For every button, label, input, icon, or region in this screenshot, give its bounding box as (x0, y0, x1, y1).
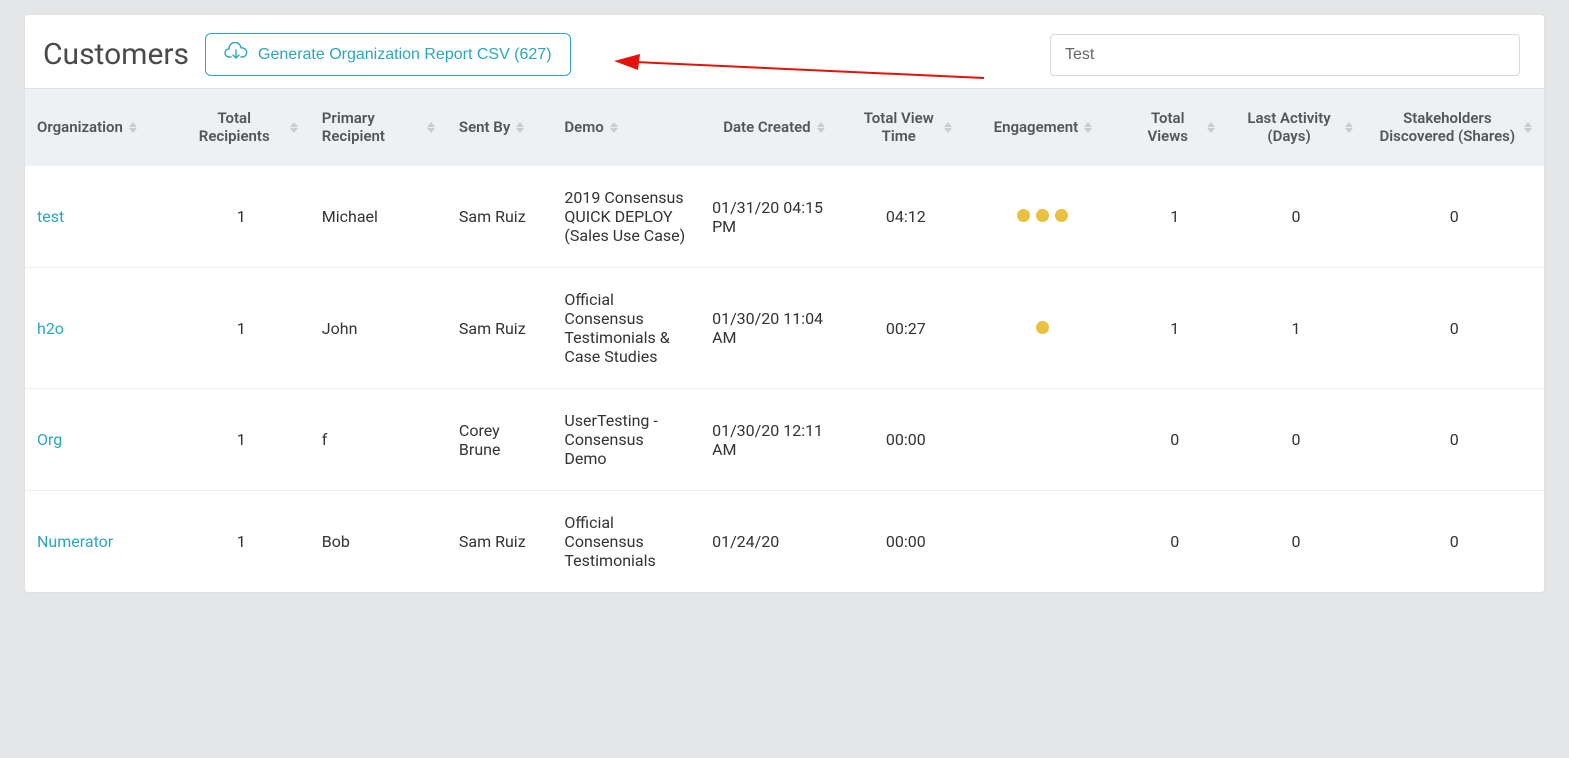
organization-link[interactable]: h2o (37, 319, 64, 338)
card-header: Customers Generate Organization Report C… (25, 15, 1544, 88)
generate-csv-button[interactable]: Generate Organization Report CSV (627) (205, 33, 570, 76)
engagement-cell (964, 491, 1122, 593)
stakeholders-cell: 0 (1365, 491, 1544, 593)
search-input[interactable] (1050, 34, 1520, 76)
total-view-time-cell: 04:12 (848, 166, 964, 268)
engagement-cell (964, 268, 1122, 389)
engagement-dot (1036, 321, 1049, 334)
col-header-label: Date Created (723, 118, 810, 136)
total-recipients-cell: 1 (173, 389, 310, 491)
sent-by-cell: Sam Ruiz (447, 268, 552, 389)
table-row: h2o1JohnSam RuizOfficial Consensus Testi… (25, 268, 1544, 389)
col-header-label: Stakeholders Discovered (Shares) (1377, 109, 1518, 145)
col-header-sent_by[interactable]: Sent By (447, 89, 552, 166)
total-recipients-cell: 1 (173, 268, 310, 389)
total-recipients-cell: 1 (173, 166, 310, 268)
date-created-cell: 01/24/20 (700, 491, 848, 593)
cloud-download-icon (224, 42, 248, 67)
demo-cell: 2019 Consensus QUICK DEPLOY (Sales Use C… (552, 166, 700, 268)
primary-recipient-cell: Michael (310, 166, 447, 268)
organization-link[interactable]: test (37, 207, 64, 226)
sort-icon (290, 122, 298, 133)
engagement-dot (1055, 209, 1068, 222)
col-header-date_created[interactable]: Date Created (700, 89, 848, 166)
engagement-dots (1036, 321, 1049, 334)
stakeholders-cell: 0 (1365, 166, 1544, 268)
primary-recipient-cell: f (310, 389, 447, 491)
col-header-label: Organization (37, 118, 123, 136)
total-views-cell: 0 (1122, 389, 1227, 491)
table-row: Org 1fCorey BruneUserTesting - Consensus … (25, 389, 1544, 491)
sort-icon (944, 122, 952, 133)
engagement-dot (1036, 209, 1049, 222)
col-header-label: Demo (564, 118, 603, 136)
engagement-dots (1017, 209, 1068, 222)
primary-recipient-cell: John (310, 268, 447, 389)
col-header-primary_recipient[interactable]: Primary Recipient (310, 89, 447, 166)
col-header-stakeholders[interactable]: Stakeholders Discovered (Shares) (1365, 89, 1544, 166)
customers-table: Organization Total Recipients Primary Reci… (25, 89, 1544, 592)
last-activity-cell: 0 (1227, 389, 1364, 491)
sort-icon (1207, 122, 1215, 133)
table-row: Numerator 1BobSam RuizOfficial Consensus … (25, 491, 1544, 593)
date-created-cell: 01/30/20 12:11 AM (700, 389, 848, 491)
sort-icon (1524, 122, 1532, 133)
stakeholders-cell: 0 (1365, 268, 1544, 389)
total-view-time-cell: 00:27 (848, 268, 964, 389)
sent-by-cell: Sam Ruiz (447, 166, 552, 268)
customers-card: Customers Generate Organization Report C… (24, 14, 1545, 593)
table-row: test1MichaelSam Ruiz2019 Consensus QUICK… (25, 166, 1544, 268)
demo-cell: UserTesting - Consensus Demo (552, 389, 700, 491)
sort-icon (427, 122, 435, 133)
date-created-cell: 01/31/20 04:15 PM (700, 166, 848, 268)
last-activity-cell: 0 (1227, 491, 1364, 593)
page-title: Customers (43, 37, 189, 72)
total-view-time-cell: 00:00 (848, 491, 964, 593)
organization-link[interactable]: Numerator (37, 532, 113, 551)
total-recipients-cell: 1 (173, 491, 310, 593)
col-header-label: Total Recipients (185, 109, 284, 145)
sort-icon (1084, 122, 1092, 133)
col-header-last_activity[interactable]: Last Activity (Days) (1227, 89, 1364, 166)
col-header-label: Primary Recipient (322, 109, 421, 145)
sort-icon (817, 122, 825, 133)
col-header-label: Total View Time (860, 109, 938, 145)
col-header-label: Sent By (459, 118, 510, 136)
col-header-label: Total Views (1134, 109, 1201, 145)
total-views-cell: 1 (1122, 166, 1227, 268)
engagement-dot (1017, 209, 1030, 222)
sent-by-cell: Sam Ruiz (447, 491, 552, 593)
sent-by-cell: Corey Brune (447, 389, 552, 491)
engagement-cell (964, 389, 1122, 491)
primary-recipient-cell: Bob (310, 491, 447, 593)
sort-icon (1345, 122, 1353, 133)
total-views-cell: 0 (1122, 491, 1227, 593)
col-header-organization[interactable]: Organization (25, 89, 173, 166)
organization-link[interactable]: Org (37, 430, 62, 449)
generate-csv-label: Generate Organization Report CSV (627) (258, 46, 551, 64)
col-header-total_view_time[interactable]: Total View Time (848, 89, 964, 166)
sort-icon (516, 122, 524, 133)
date-created-cell: 01/30/20 11:04 AM (700, 268, 848, 389)
col-header-engagement[interactable]: Engagement (964, 89, 1122, 166)
sort-icon (610, 122, 618, 133)
col-header-label: Last Activity (Days) (1239, 109, 1338, 145)
table-container: Organization Total Recipients Primary Reci… (25, 88, 1544, 592)
total-views-cell: 1 (1122, 268, 1227, 389)
stakeholders-cell: 0 (1365, 389, 1544, 491)
last-activity-cell: 1 (1227, 268, 1364, 389)
col-header-total_views[interactable]: Total Views (1122, 89, 1227, 166)
demo-cell: Official Consensus Testimonials & Case S… (552, 268, 700, 389)
total-view-time-cell: 00:00 (848, 389, 964, 491)
col-header-demo[interactable]: Demo (552, 89, 700, 166)
col-header-label: Engagement (994, 118, 1079, 136)
last-activity-cell: 0 (1227, 166, 1364, 268)
table-head: Organization Total Recipients Primary Reci… (25, 89, 1544, 166)
table-body: test1MichaelSam Ruiz2019 Consensus QUICK… (25, 166, 1544, 593)
demo-cell: Official Consensus Testimonials (552, 491, 700, 593)
sort-icon (129, 122, 137, 133)
engagement-cell (964, 166, 1122, 268)
col-header-total_recipients[interactable]: Total Recipients (173, 89, 310, 166)
